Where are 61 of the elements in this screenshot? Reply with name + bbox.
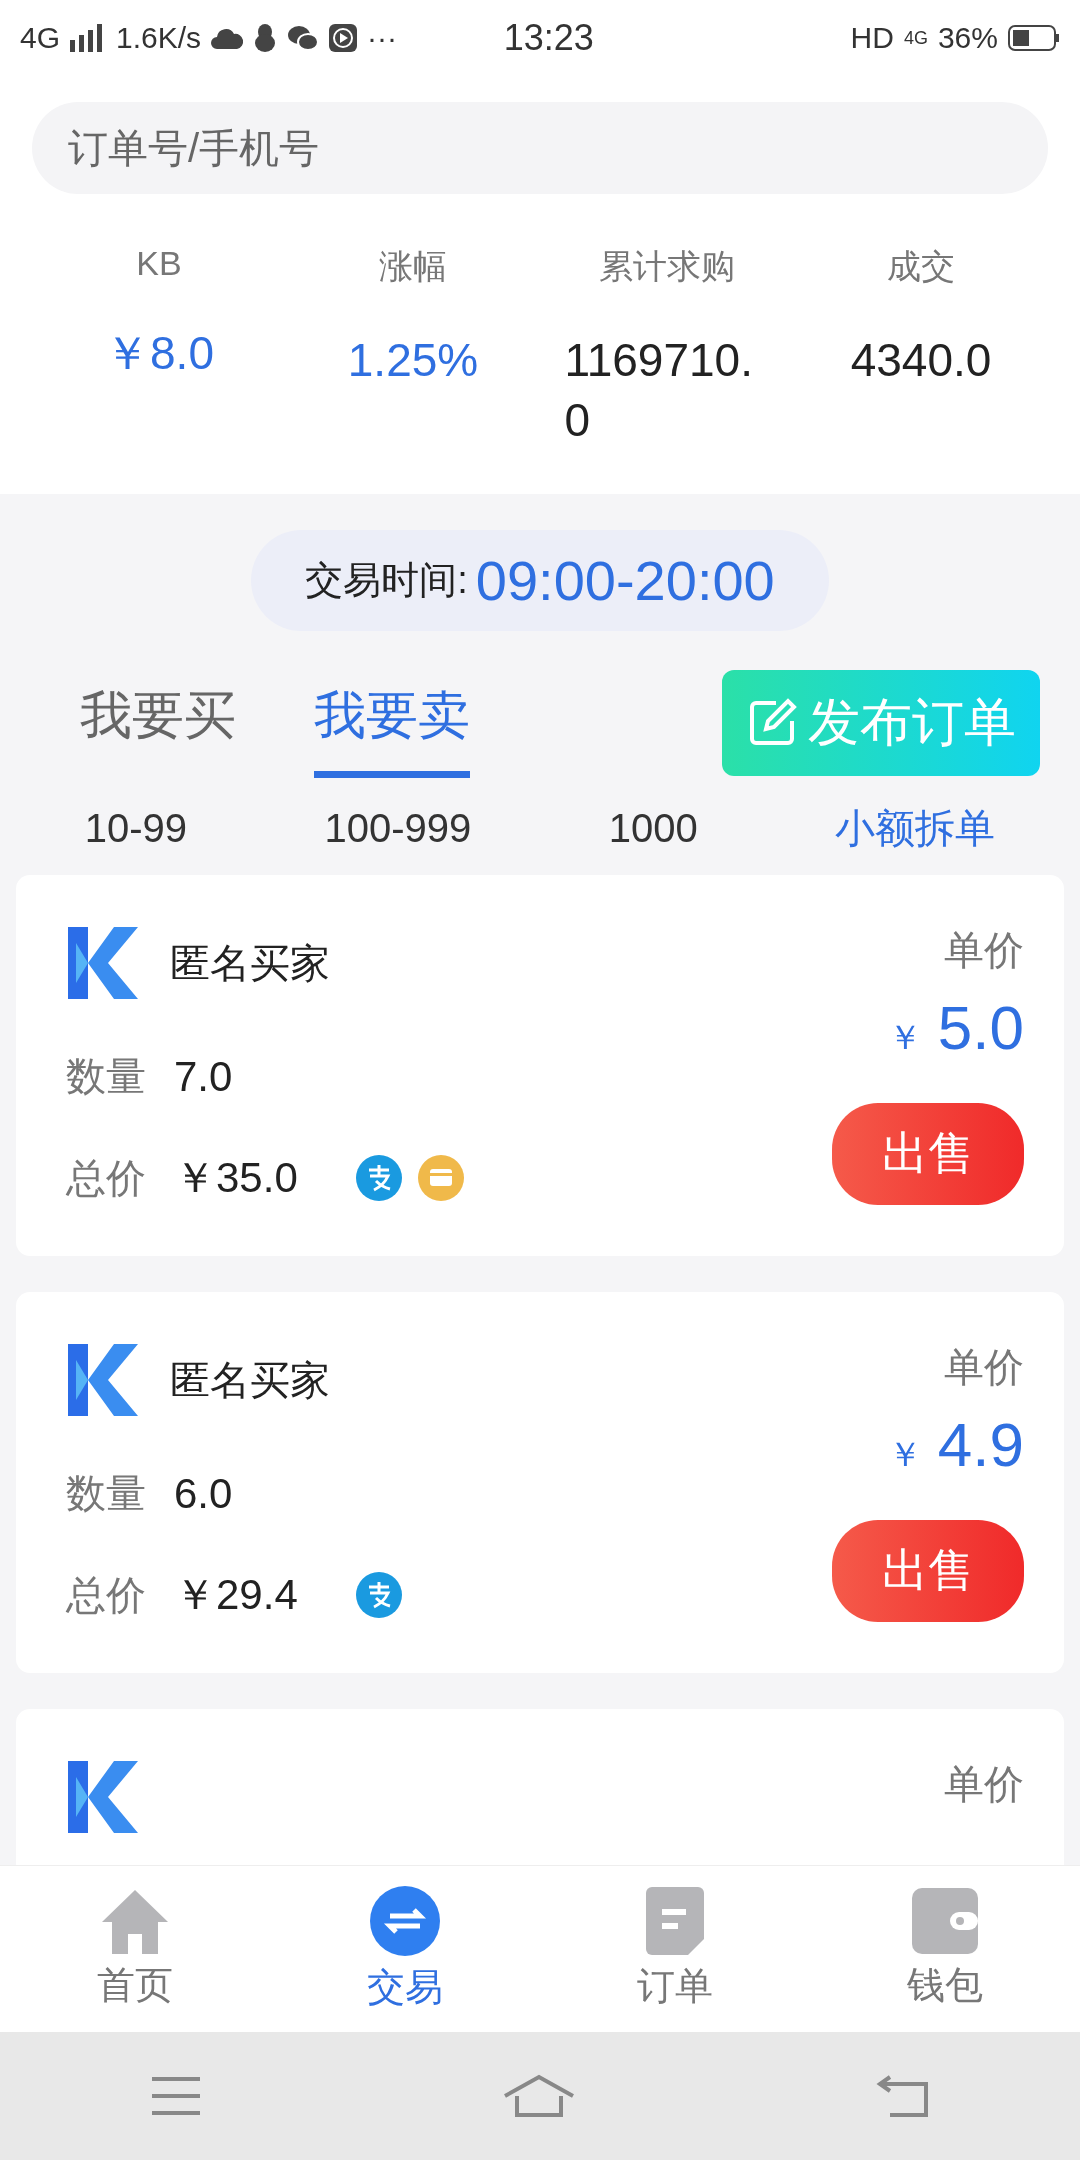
sell-button[interactable]: 出售: [832, 1103, 1024, 1205]
tab[interactable]: 我要卖: [314, 667, 470, 778]
battery-percent: 36%: [937, 21, 998, 55]
total-label: 总价: [66, 1571, 146, 1619]
unit-price-label: 单价: [944, 1344, 1024, 1391]
exchange-icon: [370, 1885, 440, 1956]
stat-value: 1169710.0: [564, 333, 754, 448]
network-type: 4G: [903, 27, 928, 49]
menu-icon[interactable]: [150, 2076, 203, 2116]
filter-option[interactable]: 100-999: [318, 800, 478, 857]
more-indicator: ···: [367, 21, 398, 55]
stat-label: 累计求购: [599, 246, 735, 287]
home-key-icon[interactable]: [503, 2074, 575, 2118]
buyer-name: 匿名买家: [170, 1356, 330, 1404]
unit-price-label: 单价: [944, 1761, 1024, 1808]
nav-tab[interactable]: 交易: [270, 1866, 540, 2032]
unit-price: 4.9: [937, 1409, 1024, 1480]
currency-symbol: ￥: [887, 1017, 922, 1058]
chat-icon: [287, 24, 320, 52]
network-type: 4G: [20, 21, 61, 55]
back-icon[interactable]: [875, 2074, 930, 2118]
total-label: 总价: [66, 1154, 146, 1202]
alipay-icon: [355, 1155, 402, 1201]
penguin-icon: [253, 23, 278, 53]
quantity-value: 6.0: [174, 1469, 233, 1518]
quantity-value: 7.0: [174, 1052, 233, 1101]
play-icon: [329, 24, 358, 52]
buyer-name: 匿名买家: [170, 939, 330, 987]
trade-time-label: 交易时间:: [305, 558, 468, 603]
nav-tab[interactable]: 钱包: [810, 1866, 1080, 2032]
alipay-icon: [355, 1572, 402, 1618]
quantity-label: 数量: [66, 1470, 146, 1517]
nav-tab[interactable]: 订单: [540, 1866, 810, 2032]
stat-label: 涨幅: [379, 246, 447, 287]
unit-price-label: 单价: [944, 927, 1024, 974]
unit-price: 5.0: [937, 992, 1024, 1063]
currency-symbol: ￥: [887, 1434, 922, 1475]
network-speed: 1.6K/s: [116, 21, 202, 55]
stat-value: ￥8.0: [104, 326, 214, 381]
clock: 13:23: [503, 17, 594, 59]
tab[interactable]: 我要买: [80, 667, 236, 778]
stat-value: 1.25%: [347, 333, 479, 388]
filter-option[interactable]: 小额拆单: [829, 800, 1002, 857]
stat-label: 成交: [887, 246, 955, 287]
hd-indicator: HD: [850, 21, 894, 55]
filter-option[interactable]: 1000: [602, 800, 704, 857]
stat-value: 4340.0: [850, 333, 992, 388]
stat-label: KB: [136, 244, 182, 283]
wallet-icon: [912, 1887, 978, 1954]
total-value: ￥29.4: [174, 1570, 298, 1620]
trade-time-value: 09:00-20:00: [475, 548, 775, 613]
quantity-label: 数量: [66, 1053, 146, 1100]
nav-tab[interactable]: 首页: [0, 1866, 270, 2032]
battery-icon: [1008, 25, 1060, 51]
bank-card-icon: [417, 1155, 464, 1201]
house-icon: [100, 1887, 170, 1954]
document-icon: [646, 1886, 704, 1955]
total-value: ￥35.0: [174, 1153, 298, 1203]
filter-option[interactable]: 10-99: [78, 800, 194, 857]
sell-button[interactable]: 出售: [832, 1520, 1024, 1622]
search-field[interactable]: 订单号/手机号: [32, 102, 1048, 194]
